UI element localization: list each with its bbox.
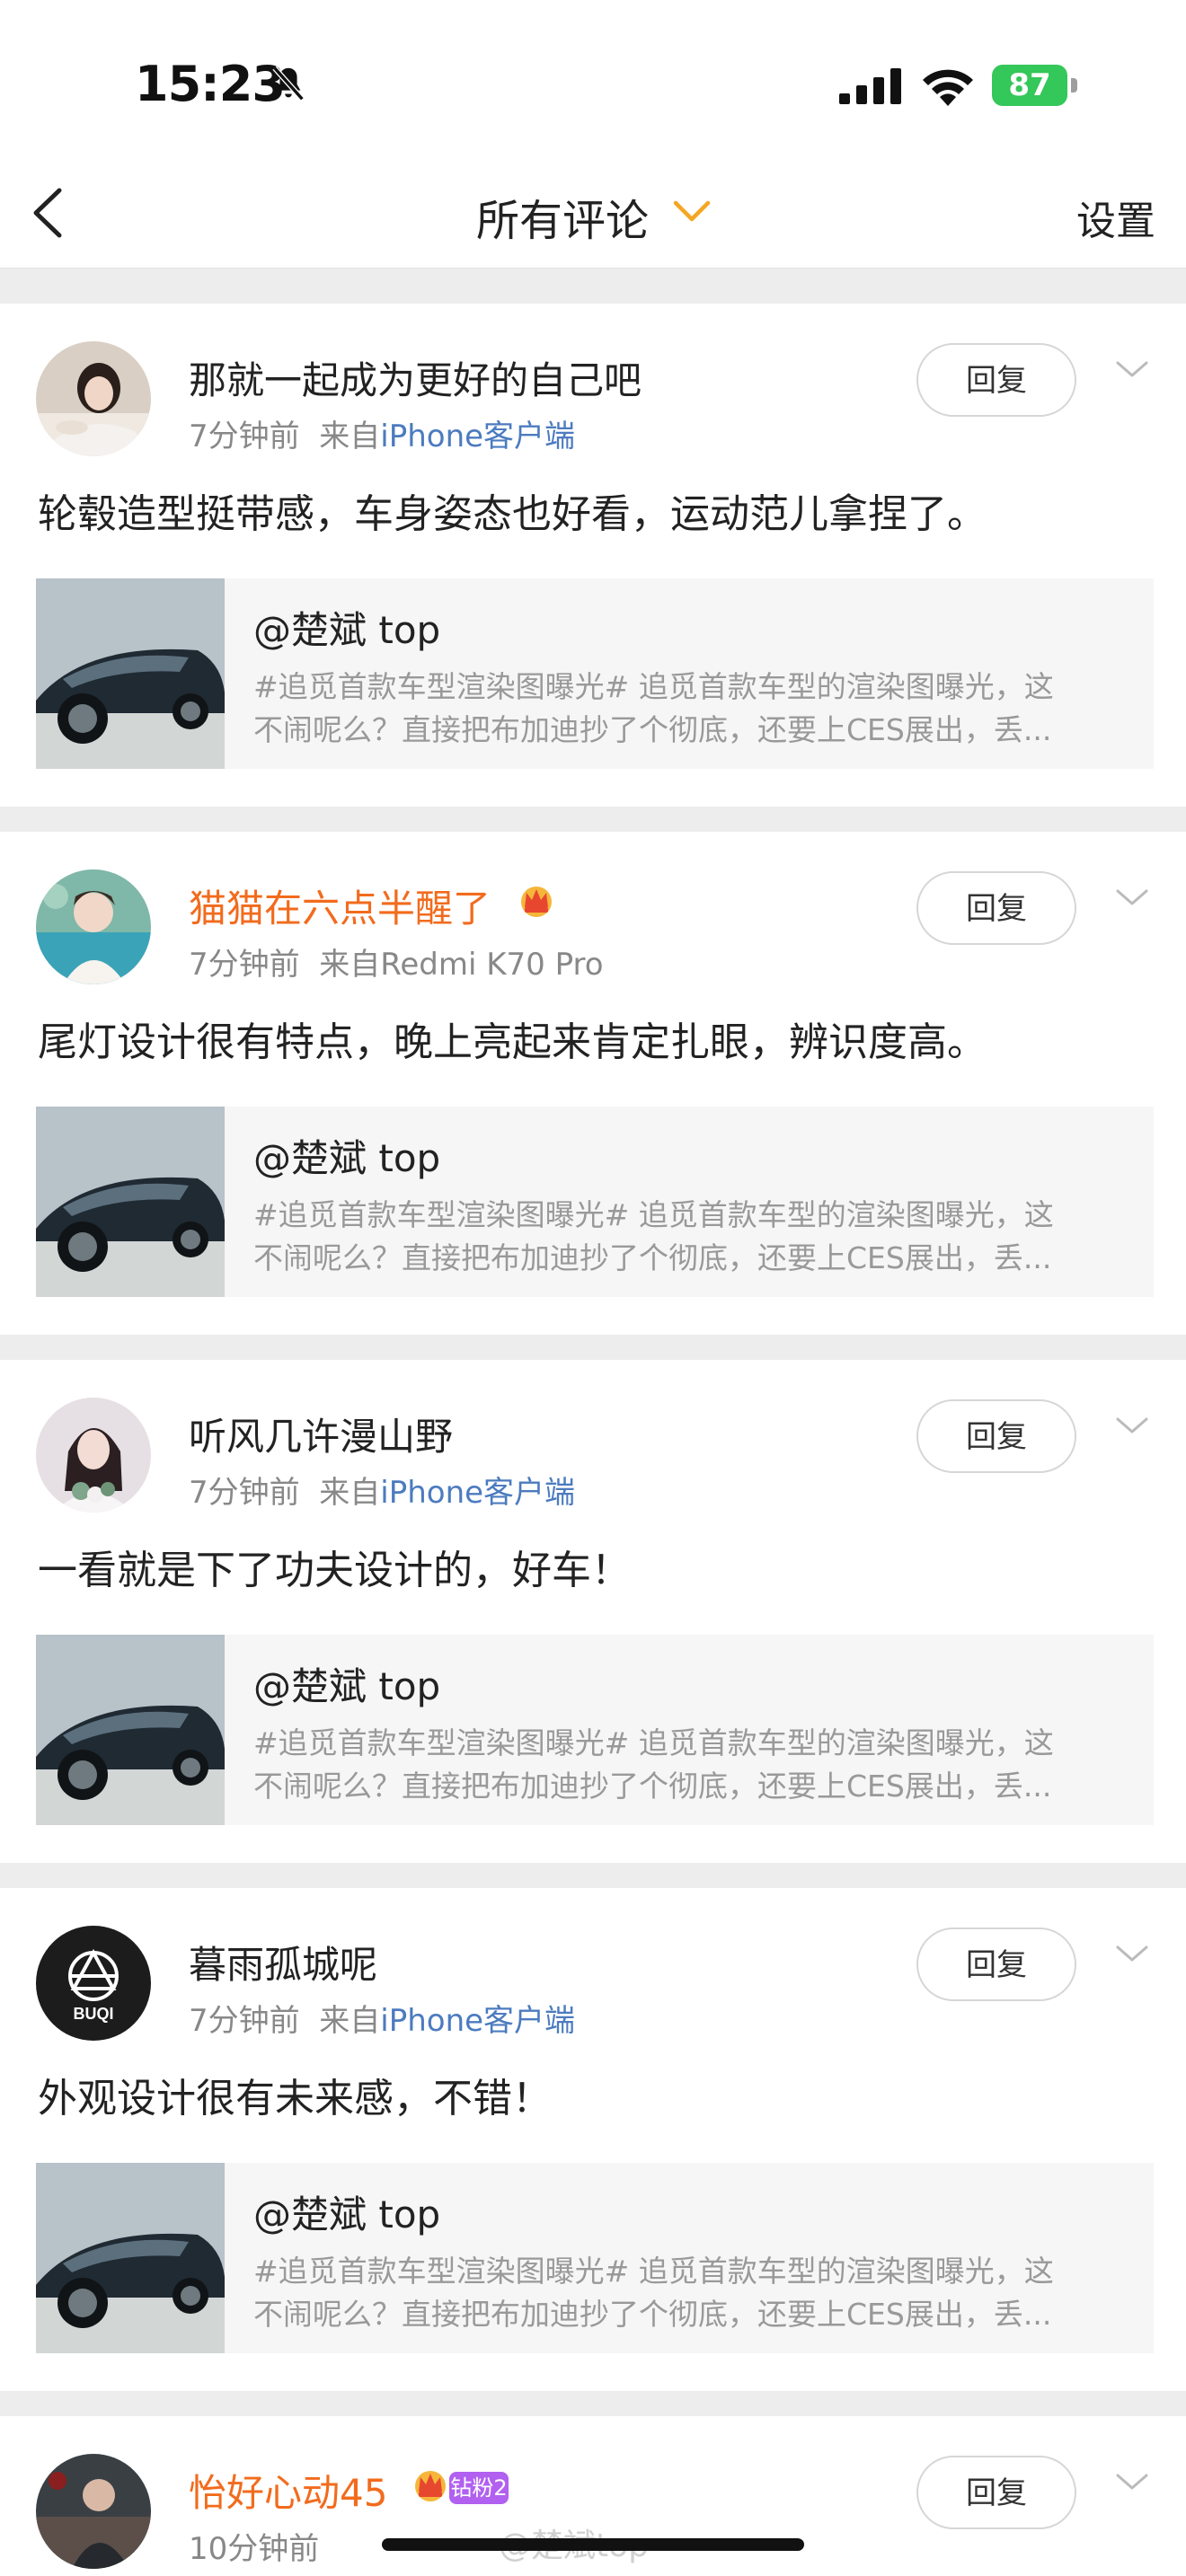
comment-meta: 7分钟前 来自iPhone客户端 [189, 1996, 575, 2040]
comment-card: 听风几许漫山野 7分钟前 来自iPhone客户端 回复 一看就是下了功夫设计的，… [0, 1360, 1186, 1863]
comment-text: 轮毂造型挺带感，车身姿态也好看，运动范儿拿捏了。 [38, 491, 987, 537]
battery-level: 87 [1008, 67, 1051, 103]
source-link[interactable]: iPhone客户端 [380, 2003, 575, 2039]
comment-card: 猫猫在六点半醒了 7分钟前 来自Redmi K70 Pro 回复 尾灯设计很有特… [0, 832, 1186, 1335]
quote-text-line: 不闹呢么？直接把布加迪抄了个彻底，还要上CES展出，丢... [253, 1240, 1052, 1275]
quote-author[interactable]: @楚斌 top [253, 1656, 440, 1711]
quote-author[interactable]: @楚斌 top [253, 1128, 440, 1183]
username[interactable]: 那就一起成为更好的自己吧 [189, 350, 642, 405]
reply-button[interactable]: 回复 [916, 1399, 1076, 1473]
quoted-post[interactable]: @楚斌 top #追觅首款车型渲染图曝光# 追觅首款车型的渲染图曝光，这 不闹呢… [36, 2163, 1154, 2353]
quoted-post[interactable]: @楚斌 top #追觅首款车型渲染图曝光# 追觅首款车型的渲染图曝光，这 不闹呢… [36, 1107, 1154, 1297]
nav-bar: 所有评论 设置 [0, 162, 1186, 269]
from-label: 来自 [319, 947, 381, 983]
avatar[interactable] [36, 1398, 151, 1513]
quoted-post[interactable]: @楚斌 top #追觅首款车型渲染图曝光# 追觅首款车型的渲染图曝光，这 不闹呢… [36, 578, 1154, 769]
quote-text-line: 不闹呢么？直接把布加迪抄了个彻底，还要上CES展出，丢... [253, 712, 1052, 747]
chevron-down-icon[interactable] [672, 198, 712, 225]
comment-time: 7分钟前 [189, 1475, 300, 1511]
car-thumbnail [36, 578, 225, 769]
comment-time: 10分钟前 [189, 2531, 320, 2567]
quote-text-line: #追觅首款车型渲染图曝光# 追觅首款车型的渲染图曝光，这 [253, 669, 1054, 704]
comment-meta: 7分钟前 来自Redmi K70 Pro [189, 940, 604, 984]
comment-meta: 10分钟前 [189, 2524, 319, 2568]
username[interactable]: 暮雨孤城呢 [189, 1935, 377, 1989]
chevron-down-icon[interactable] [1114, 356, 1150, 383]
back-arrow-icon[interactable] [27, 181, 72, 244]
from-label: 来自 [319, 419, 381, 454]
settings-button[interactable]: 设置 [1076, 189, 1155, 246]
comment-meta: 7分钟前 来自iPhone客户端 [189, 1468, 575, 1512]
avatar[interactable] [36, 2454, 151, 2569]
car-thumbnail [36, 1635, 225, 1825]
username[interactable]: 猫猫在六点半醒了 [189, 878, 491, 933]
comment-card: BUQI 暮雨孤城呢 7分钟前 来自iPhone客户端 回复 外观设计很有未来感… [0, 1888, 1186, 2391]
home-indicator[interactable] [382, 2538, 804, 2551]
avatar[interactable] [36, 341, 151, 456]
avatar[interactable]: BUQI [36, 1926, 151, 2041]
status-time: 15:23 [135, 56, 286, 112]
comment-time: 7分钟前 [189, 2003, 300, 2039]
avatar-logo-text: BUQI [74, 2005, 114, 2023]
chevron-down-icon[interactable] [1114, 884, 1150, 911]
comment-text: 外观设计很有未来感，不错！ [38, 2076, 552, 2122]
status-bar: 15:23 87 [0, 0, 1186, 162]
comment-time: 7分钟前 [189, 419, 300, 454]
comment-card: 那就一起成为更好的自己吧 7分钟前 来自iPhone客户端 回复 轮毂造型挺带感… [0, 304, 1186, 807]
wifi-icon [923, 69, 973, 106]
comment-text: 一看就是下了功夫设计的，好车！ [38, 1548, 631, 1593]
chevron-down-icon[interactable] [1114, 2468, 1150, 2495]
username[interactable]: 怡好心动45 [189, 2463, 387, 2518]
quoted-post[interactable]: @楚斌 top #追觅首款车型渲染图曝光# 追觅首款车型的渲染图曝光，这 不闹呢… [36, 1635, 1154, 1825]
username[interactable]: 听风几许漫山野 [189, 1407, 453, 1461]
from-label: 来自 [319, 2003, 381, 2039]
car-thumbnail [36, 2163, 225, 2353]
comment-time: 7分钟前 [189, 947, 300, 983]
quote-author[interactable]: @楚斌 top [253, 2184, 440, 2239]
reply-button[interactable]: 回复 [916, 343, 1076, 417]
quote-text-line: #追觅首款车型渲染图曝光# 追觅首款车型的渲染图曝光，这 [253, 2254, 1054, 2289]
bell-muted-icon [272, 66, 305, 101]
crown-badge-icon [521, 887, 552, 917]
page-title[interactable]: 所有评论 [476, 185, 649, 248]
battery-icon: 87 [992, 65, 1078, 106]
source-link[interactable]: iPhone客户端 [380, 419, 575, 454]
quote-text-line: #追觅首款车型渲染图曝光# 追觅首款车型的渲染图曝光，这 [253, 1725, 1054, 1760]
quote-text-line: 不闹呢么？直接把布加迪抄了个彻底，还要上CES展出，丢... [253, 2297, 1052, 2332]
quote-text-line: #追觅首款车型渲染图曝光# 追觅首款车型的渲染图曝光，这 [253, 1197, 1054, 1232]
reply-button[interactable]: 回复 [916, 1928, 1076, 2001]
from-label: 来自 [319, 1475, 381, 1511]
fan-level-badge: 钻粉2 [449, 2472, 509, 2504]
cellular-signal-icon [839, 68, 901, 104]
reply-button[interactable]: 回复 [916, 871, 1076, 945]
source-link[interactable]: iPhone客户端 [380, 1475, 575, 1511]
quote-text-line: 不闹呢么？直接把布加迪抄了个彻底，还要上CES展出，丢... [253, 1769, 1052, 1804]
source-text: Redmi K70 Pro [380, 947, 604, 983]
crown-badge-icon [415, 2471, 446, 2501]
comment-meta: 7分钟前 来自iPhone客户端 [189, 411, 575, 455]
comment-text: 尾灯设计很有特点，晚上亮起来肯定扎眼，辨识度高。 [38, 1019, 987, 1065]
quote-author[interactable]: @楚斌 top [253, 600, 440, 655]
reply-button[interactable]: 回复 [916, 2456, 1076, 2529]
car-thumbnail [36, 1107, 225, 1297]
avatar[interactable] [36, 869, 151, 984]
chevron-down-icon[interactable] [1114, 1412, 1150, 1439]
chevron-down-icon[interactable] [1114, 1940, 1150, 1967]
